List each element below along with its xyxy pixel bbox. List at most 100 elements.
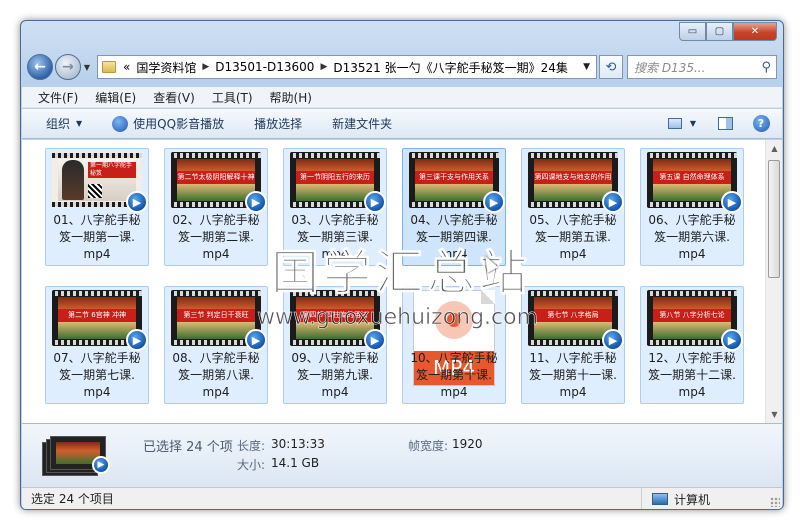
play-with-qq-label: 使用QQ影音播放 [133,117,225,131]
file-name-line: 笈一期第九课. [297,368,373,382]
details-pane: ▶ 已选择 24 个项 长度: 30:13:33 大小: 14.1 GB 帧宽度… [22,423,782,487]
file-name-line: 笈一期第五课. [535,230,611,244]
file-name: 02、八字舵手秘 笈一期第二课. mp4 [167,212,265,263]
recent-pages-dropdown[interactable]: ▼ [81,63,93,72]
explorer-window: ▭ ▢ ✕ ← → ▼ « 国学资料馆 ▶ D13501-D13600 ▶ D1… [20,20,784,510]
breadcrumb-item[interactable]: D13501-D13600 [212,60,317,74]
file-item[interactable]: 第四节 四柱库的用法 ▶ 09、八字舵手秘 笈一期第九课. mp4 [283,286,387,404]
refresh-icon: ⟲ [605,59,617,75]
qq-player-icon: ▶ [245,329,267,351]
file-name-line: 笈一期第四课. [416,230,492,244]
new-folder-button[interactable]: 新建文件夹 [332,115,392,132]
thumbnail-caption: 第三课干支与作用关系 [415,171,493,184]
breadcrumb-overflow[interactable]: « [120,60,133,74]
search-icon[interactable]: ⚲ [761,60,771,75]
back-arrow-icon: ← [34,59,46,75]
view-options-dropdown-icon[interactable]: ▼ [690,119,696,128]
file-name: 05、八字舵手秘 笈一期第五课. mp4 [524,212,622,263]
back-button[interactable]: ← [27,54,53,80]
file-name-line: 笈一期第十课. [416,368,492,382]
search-placeholder: 搜索 D135... [634,60,706,75]
breadcrumb-chevron-icon[interactable]: ▶ [317,62,330,72]
maximize-button[interactable]: ▢ [706,22,733,41]
preview-pane-button[interactable] [714,114,736,134]
thumbnail-caption: 第二节 6宫神 冲神 [58,309,136,322]
file-name-line: 08、八字舵手秘 [172,351,260,365]
help-button[interactable]: ? [750,114,772,134]
file-item[interactable]: 第五课 自然命理体系 ▶ 06、八字舵手秘 笈一期第六课. mp4 [640,148,744,266]
navigation-bar: ← → ▼ « 国学资料馆 ▶ D13501-D13600 ▶ D13521 张… [27,53,777,81]
play-with-qq-button[interactable]: 使用QQ影音播放 [112,115,224,132]
file-item[interactable]: 第七节 八字格局 ▶ 11、八字舵手秘 笈一期第十一课. mp4 [521,286,625,404]
refresh-button[interactable]: ⟲ [599,55,623,79]
play-selection-button[interactable]: 播放选择 [254,115,302,132]
file-item[interactable]: 第三节 判定日干衰旺 ▶ 08、八字舵手秘 笈一期第八课. mp4 [164,286,268,404]
file-name-line: 12、八字舵手秘 [648,351,736,365]
breadcrumb-item[interactable]: 国学资料馆 [133,59,199,76]
video-player-icon: ▶ [92,456,110,474]
length-label: 长度: [237,439,266,453]
file-name: 01、八字舵手秘 笈一期第一课. mp4 [48,212,146,263]
file-name: 10、八字舵手秘 笈一期第十课. mp4 [405,350,503,401]
breadcrumb-chevron-icon[interactable]: ▶ [199,62,212,72]
menu-tools[interactable]: 工具(T) [212,89,253,106]
file-name-line: 笈一期第三课. [297,230,373,244]
file-name-line: 笈一期第六课. [654,230,730,244]
file-name-line: mp4 [83,385,111,399]
file-item[interactable]: 第八节 八字分析七论 ▶ 12、八字舵手秘 笈一期第十二课. mp4 [640,286,744,404]
file-name-line: mp4 [202,385,230,399]
minimize-button[interactable]: ▭ [679,22,706,41]
search-input[interactable]: 搜索 D135... ⚲ [627,55,777,79]
qq-player-icon: ▶ [483,191,505,213]
thumbnail-caption: 第一期八字舵手秘笈 [88,162,136,178]
frame-width-value: 1920 [452,437,483,451]
file-item[interactable]: 第四课地支与地支的作用 ▶ 05、八字舵手秘 笈一期第五课. mp4 [521,148,625,266]
scroll-down-icon[interactable]: ▼ [766,406,782,423]
forward-button[interactable]: → [55,54,81,80]
thumbnail-caption: 第五课 自然命理体系 [653,171,731,184]
menu-bar: 文件(F) 编辑(E) 查看(V) 工具(T) 帮助(H) [22,87,782,108]
qq-player-icon: ▶ [126,329,148,351]
file-name-line: 03、八字舵手秘 [291,213,379,227]
file-item[interactable]: 第二节 6宫神 冲神 ▶ 07、八字舵手秘 笈一期第七课. mp4 [45,286,149,404]
selection-thumbnail-stack: ▶ [42,434,114,478]
qq-player-icon: ▶ [364,329,386,351]
file-name-line: mp4 [440,385,468,399]
change-view-button[interactable] [664,114,686,134]
scrollbar-thumb[interactable] [768,160,780,278]
file-item[interactable]: MP4 10、八字舵手秘 笈一期第十课. mp4 [402,286,506,404]
scroll-up-icon[interactable]: ▲ [766,140,782,157]
preview-pane-icon [717,117,733,130]
menu-view[interactable]: 查看(V) [153,89,195,106]
file-item[interactable]: 第一节阴阳五行的来历 ▶ 03、八字舵手秘 笈一期第三课. mp4 [283,148,387,266]
file-name-line: 09、八字舵手秘 [291,351,379,365]
file-item[interactable]: 第二节太极阴阳解释十神 ▶ 02、八字舵手秘 笈一期第二课. mp4 [164,148,268,266]
file-item[interactable]: 第一期八字舵手秘笈 ▶ 01、八字舵手秘 笈一期第一课. mp4 [45,148,149,266]
computer-icon [651,493,668,505]
file-name-line: mp4 [559,247,587,261]
menu-file[interactable]: 文件(F) [38,89,78,106]
organize-button[interactable]: 组织 ▼ [46,115,82,132]
file-name-line: mp4 [559,385,587,399]
thumbnail-caption: 第一节阴阳五行的来历 [296,171,374,184]
breadcrumb-item[interactable]: D13521 张一勺《八字舵手秘笈一期》24集 [330,59,571,76]
file-name-line: mp4 [678,385,706,399]
close-button[interactable]: ✕ [733,22,777,41]
qq-player-icon: ▶ [602,329,624,351]
help-icon: ? [752,115,770,132]
file-name-line: 06、八字舵手秘 [648,213,736,227]
thumbnail-caption: 第四课地支与地支的作用 [534,171,612,184]
menu-edit[interactable]: 编辑(E) [95,89,136,106]
status-zone: 计算机 [640,488,710,509]
address-dropdown-icon[interactable]: ▼ [577,62,596,72]
file-item[interactable]: 第三课干支与作用关系 ▶ 04、八字舵手秘 笈一期第四课. mp4 [402,148,506,266]
file-name-line: mp4 [678,247,706,261]
menu-help[interactable]: 帮助(H) [270,89,312,106]
toolbar-right-group: ▼ ? [652,114,782,134]
vertical-scrollbar[interactable]: ▲ ▼ [765,140,782,423]
file-name-line: mp4 [202,247,230,261]
resize-grip[interactable] [770,497,780,507]
address-bar[interactable]: « 国学资料馆 ▶ D13501-D13600 ▶ D13521 张一勺《八字舵… [97,55,597,79]
file-name: 12、八字舵手秘 笈一期第十二课. mp4 [643,350,741,401]
file-name-line: 10、八字舵手秘 [410,351,498,365]
